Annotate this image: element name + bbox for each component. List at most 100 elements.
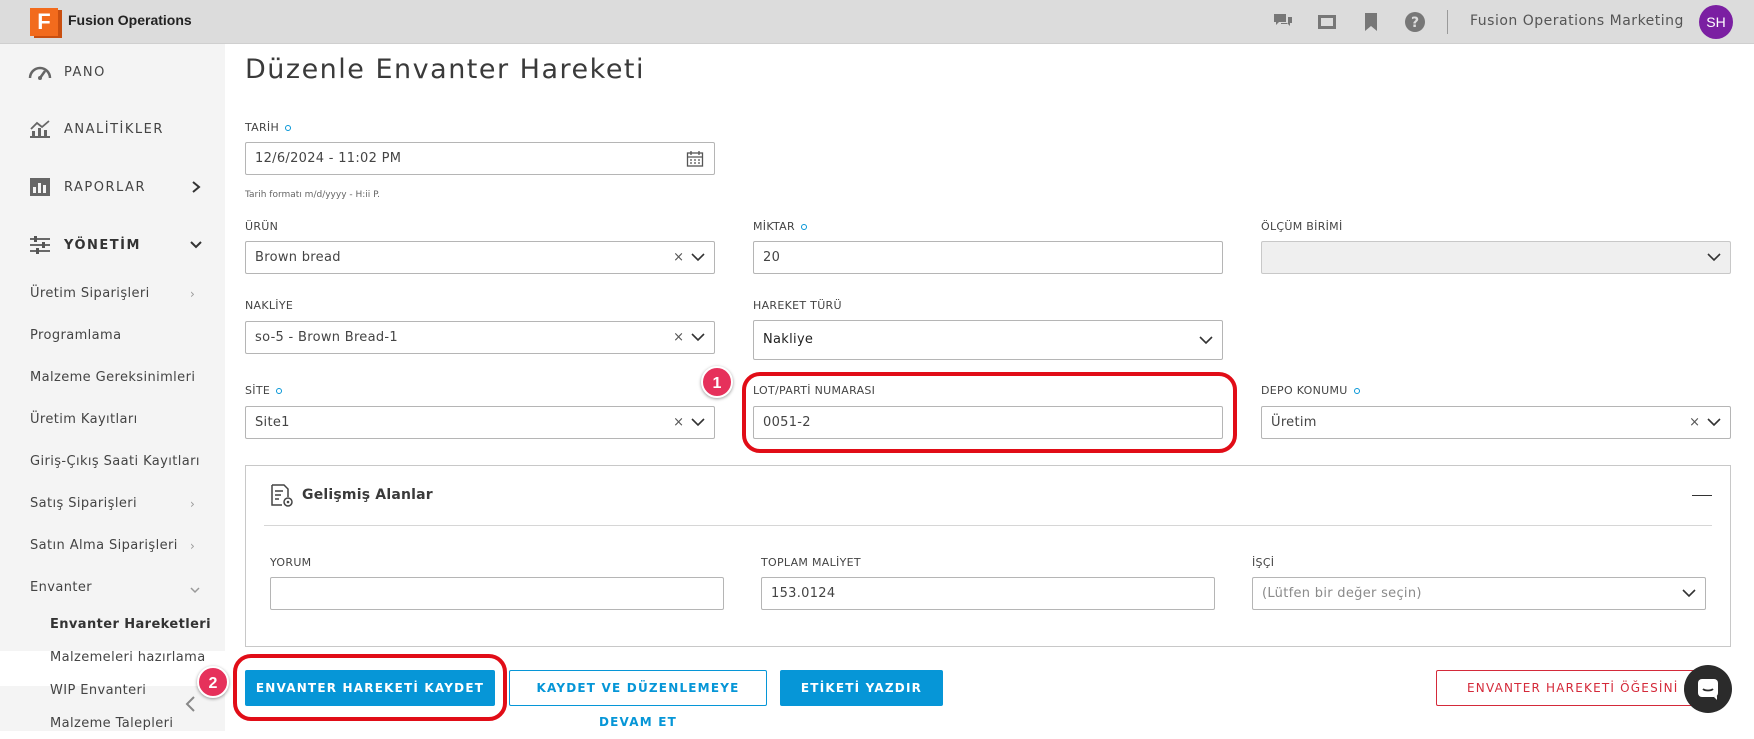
maliyet-value: 153.0124 — [771, 586, 836, 601]
screen-icon[interactable] — [1316, 11, 1338, 33]
sidebar-item-malzeme-talepleri[interactable]: Malzeme Talepleri — [50, 716, 173, 731]
clear-icon[interactable]: × — [673, 415, 684, 430]
chevron-down-icon[interactable] — [189, 239, 203, 251]
callout-number-1: 1 — [701, 366, 733, 398]
miktar-label: MİKTAR — [753, 220, 807, 233]
sidebar-item-label: RAPORLAR — [64, 179, 146, 195]
advanced-fields-panel: Gelişmiş Alanlar YORUM TOPLAM MALİYET 15… — [245, 465, 1731, 647]
sidebar-item-label: PANO — [64, 64, 106, 80]
maliyet-label: TOPLAM MALİYET — [761, 556, 861, 569]
app-logo[interactable]: F — [30, 8, 58, 36]
isci-label: İŞÇİ — [1252, 556, 1275, 569]
tarih-label: TARİH — [245, 121, 292, 134]
miktar-input[interactable]: 20 — [753, 241, 1223, 274]
site-label: SİTE — [245, 384, 283, 397]
nakliye-value: so-5 - Brown Bread-1 — [255, 330, 398, 345]
delete-button[interactable]: ENVANTER HAREKETİ ÖĞESİNİ SİL — [1436, 670, 1708, 706]
sidebar-item-label: YÖNETİM — [64, 237, 141, 253]
chat-icon[interactable] — [1272, 11, 1294, 33]
chevron-right-icon: › — [190, 539, 195, 553]
isci-select[interactable]: (Lütfen bir değer seçin) — [1252, 577, 1706, 610]
calendar-icon[interactable] — [686, 150, 704, 168]
miktar-value: 20 — [763, 250, 781, 265]
header-divider — [1447, 10, 1448, 34]
tarih-field[interactable]: 12/6/2024 - 11:02 PM — [245, 142, 715, 175]
page-title: Düzenle Envanter Hareketi — [245, 54, 646, 85]
sidebar-item-wip-envanteri[interactable]: WIP Envanteri — [50, 683, 146, 698]
chevron-right-icon: › — [190, 287, 195, 301]
help-icon[interactable]: ? — [1404, 11, 1426, 33]
advanced-settings-icon — [271, 484, 293, 507]
sidebar-item-programlama[interactable]: Programlama — [30, 328, 121, 343]
chat-widget-button[interactable] — [1684, 665, 1732, 713]
app-name[interactable]: Fusion Operations — [68, 12, 192, 28]
callout-frame-lot — [742, 372, 1237, 453]
sidebar: PANO ANALİTİKLER RAPORLAR YÖNETİM Üretim… — [0, 44, 225, 731]
chevron-down-icon — [1707, 253, 1721, 262]
callout-number-2: 2 — [197, 666, 229, 698]
sidebar-item-envanter[interactable]: Envanter — [30, 580, 92, 595]
chevron-down-icon[interactable] — [691, 332, 705, 342]
collapse-icon[interactable] — [1692, 495, 1712, 496]
save-continue-button[interactable]: KAYDET VE DÜZENLEMEYE DEVAM ET — [509, 670, 767, 729]
sidebar-item-analitikler[interactable]: ANALİTİKLER — [28, 119, 164, 139]
chevron-right-icon[interactable] — [190, 180, 202, 194]
svg-text:?: ? — [1411, 15, 1419, 31]
divider — [264, 525, 1712, 526]
sidebar-item-giris-cikis[interactable]: Giriş-Çıkış Saati Kayıtları — [30, 454, 200, 469]
top-bar: F Fusion Operations ? Fusion Operations … — [0, 0, 1754, 44]
advanced-title[interactable]: Gelişmiş Alanlar — [302, 487, 433, 503]
yorum-label: YORUM — [270, 556, 312, 569]
clear-icon[interactable]: × — [673, 250, 684, 265]
sidebar-item-raporlar[interactable]: RAPORLAR — [28, 177, 146, 197]
maliyet-input[interactable]: 153.0124 — [761, 577, 1215, 610]
org-name[interactable]: Fusion Operations Marketing — [1470, 13, 1684, 29]
chevron-down-icon[interactable] — [691, 417, 705, 427]
bookmark-icon[interactable] — [1360, 11, 1382, 33]
sidebar-item-pano[interactable]: PANO — [28, 62, 106, 82]
required-indicator-icon — [276, 388, 283, 394]
sidebar-item-uretim-siparisleri[interactable]: Üretim Siparişleri — [30, 286, 150, 301]
olcum-label: ÖLÇÜM BİRİMİ — [1261, 220, 1343, 233]
required-indicator-icon — [800, 224, 807, 230]
nakliye-label: NAKLİYE — [245, 299, 294, 312]
chevron-right-icon: › — [190, 497, 195, 511]
sidebar-item-uretim-kayitlari[interactable]: Üretim Kayıtları — [30, 412, 138, 427]
hareket-value: Nakliye — [763, 332, 814, 347]
dashboard-icon — [28, 66, 52, 80]
print-label-button[interactable]: ETİKETİ YAZDIR — [780, 670, 943, 706]
nakliye-select[interactable]: so-5 - Brown Bread-1 × — [245, 321, 715, 354]
site-select[interactable]: Site1 × — [245, 406, 715, 439]
tarih-hint: Tarih formatı m/d/yyyy - H:ii P. — [245, 190, 381, 200]
chevron-down-icon[interactable] — [691, 252, 705, 262]
clear-icon[interactable]: × — [673, 330, 684, 345]
chevron-down-icon[interactable] — [1707, 417, 1721, 427]
hareket-select[interactable]: Nakliye — [753, 320, 1223, 360]
chat-icon — [1698, 679, 1718, 700]
hareket-label: HAREKET TÜRÜ — [753, 299, 842, 312]
chevron-down-icon — [190, 587, 200, 594]
collapse-sidebar-icon[interactable] — [182, 695, 200, 713]
sidebar-item-malzeme-gereksinimleri[interactable]: Malzeme Gereksinimleri — [30, 370, 195, 385]
avatar[interactable]: SH — [1699, 5, 1733, 39]
sidebar-item-satin-alma[interactable]: Satın Alma Siparişleri — [30, 538, 178, 553]
sliders-icon — [30, 236, 50, 254]
required-indicator-icon — [285, 125, 292, 131]
chevron-down-icon[interactable] — [1199, 335, 1213, 345]
clear-icon[interactable]: × — [1689, 415, 1700, 430]
sidebar-item-satis-siparisleri[interactable]: Satış Siparişleri — [30, 496, 137, 511]
sidebar-item-malzemeleri-hazirlama[interactable]: Malzemeleri hazırlama — [50, 650, 206, 665]
depo-select[interactable]: Üretim × — [1261, 406, 1731, 439]
depo-value: Üretim — [1271, 415, 1317, 430]
required-indicator-icon — [1353, 388, 1360, 394]
urun-value: Brown bread — [255, 250, 341, 265]
chevron-down-icon[interactable] — [1682, 588, 1696, 598]
sidebar-item-yonetim[interactable]: YÖNETİM — [28, 235, 141, 255]
olcum-select — [1261, 241, 1731, 274]
callout-frame-save — [233, 654, 507, 721]
isci-placeholder: (Lütfen bir değer seçin) — [1262, 586, 1422, 601]
yorum-input[interactable] — [270, 577, 724, 610]
sidebar-item-envanter-hareketleri[interactable]: Envanter Hareketleri — [50, 617, 211, 632]
depo-label: DEPO KONUMU — [1261, 384, 1360, 397]
urun-select[interactable]: Brown bread × — [245, 241, 715, 274]
